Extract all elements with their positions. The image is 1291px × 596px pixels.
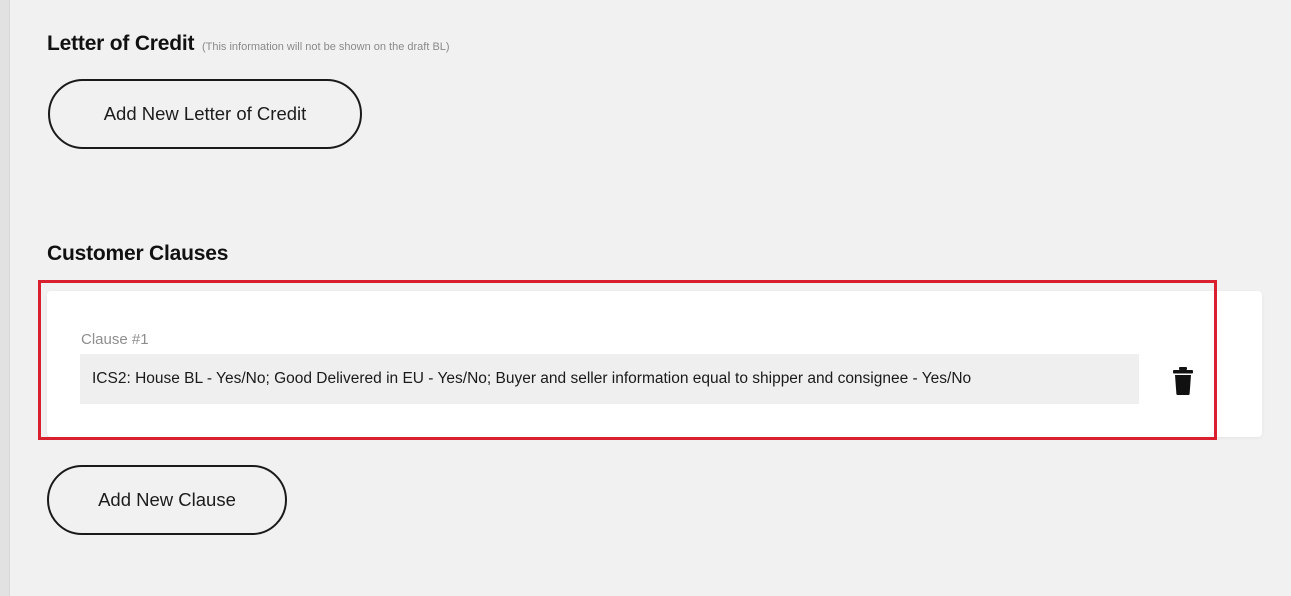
- letter-of-credit-heading: Letter of Credit (This information will …: [47, 32, 450, 56]
- letter-of-credit-title: Letter of Credit: [47, 32, 195, 55]
- left-border: [0, 0, 10, 596]
- page: Letter of Credit (This information will …: [0, 0, 1291, 596]
- add-letter-of-credit-button[interactable]: Add New Letter of Credit: [48, 79, 362, 149]
- trash-icon-graphic: [1173, 367, 1193, 395]
- clause-label: Clause #1: [81, 331, 149, 348]
- add-clause-button[interactable]: Add New Clause: [47, 465, 287, 535]
- customer-clauses-heading: Customer Clauses: [47, 242, 229, 265]
- trash-icon[interactable]: [1172, 367, 1194, 395]
- clause-text-field[interactable]: ICS2: House BL - Yes/No; Good Delivered …: [80, 354, 1139, 404]
- letter-of-credit-note: (This information will not be shown on t…: [201, 41, 450, 53]
